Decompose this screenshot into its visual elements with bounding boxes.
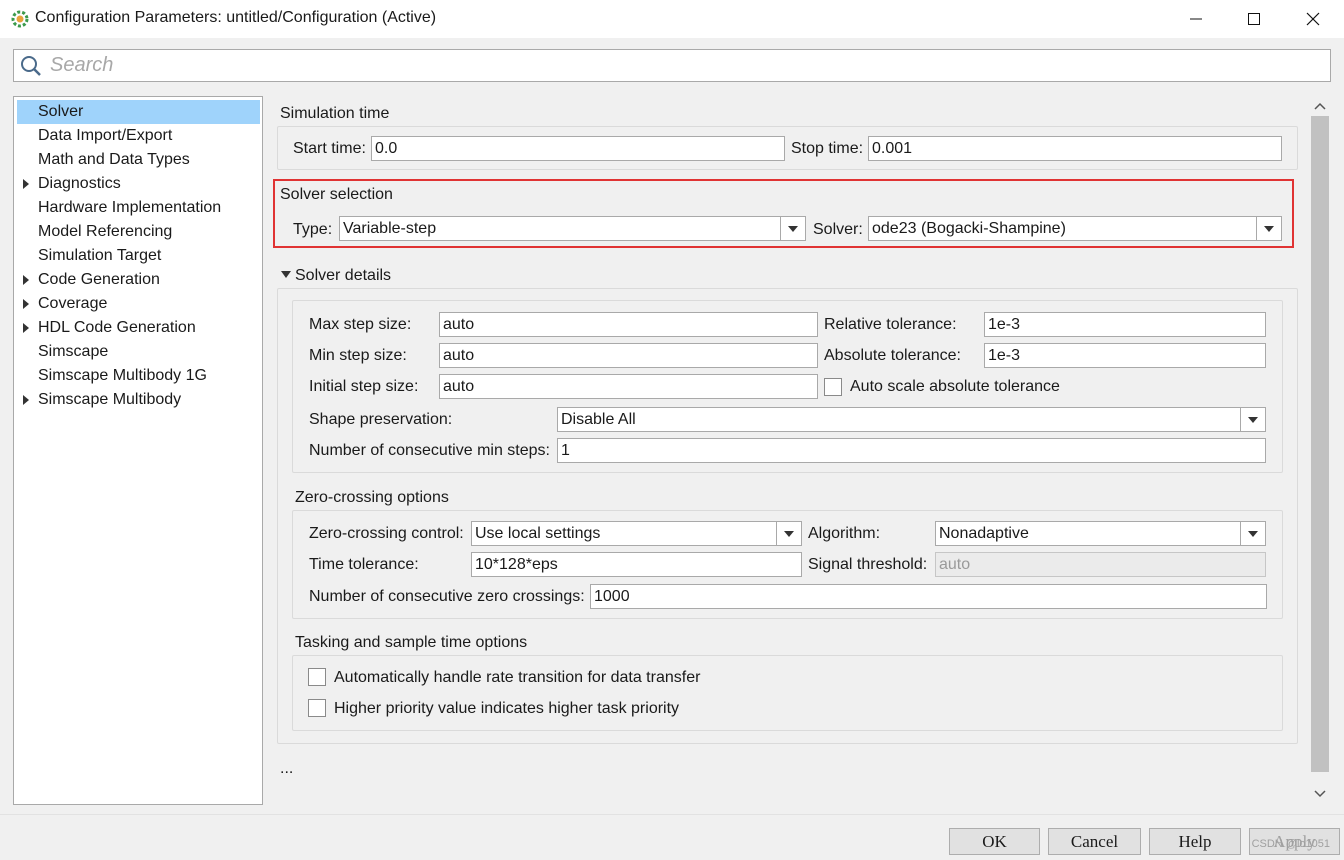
nav-item-diagnostics[interactable]: Diagnostics — [17, 172, 260, 196]
chevron-down-icon — [1314, 790, 1326, 798]
tasking-title: Tasking and sample time options — [295, 634, 528, 651]
simulink-gear-icon — [11, 10, 29, 28]
nav-item-coverage[interactable]: Coverage — [17, 292, 260, 316]
help-button[interactable]: Help — [1149, 828, 1241, 855]
algorithm-dropdown[interactable]: Nonadaptive — [935, 521, 1266, 546]
close-icon — [1306, 12, 1320, 26]
type-label: Type: — [293, 221, 333, 238]
consecutive-zero-crossings-label: Number of consecutive zero crossings: — [309, 588, 585, 605]
min-step-label: Min step size: — [309, 347, 407, 364]
nav-item-hdl-code-generation[interactable]: HDL Code Generation — [17, 316, 260, 340]
chevron-down-icon[interactable] — [776, 522, 801, 545]
absolute-tolerance-input[interactable] — [984, 343, 1266, 368]
window-title: Configuration Parameters: untitled/Confi… — [35, 9, 437, 26]
chevron-down-icon[interactable] — [1240, 408, 1265, 431]
relative-tolerance-input[interactable] — [984, 312, 1266, 337]
zero-crossing-control-label: Zero-crossing control: — [309, 525, 464, 542]
cancel-button[interactable]: Cancel — [1048, 828, 1141, 855]
chevron-down-icon[interactable] — [1256, 217, 1281, 240]
nav-item-solver[interactable]: Solver — [17, 100, 260, 124]
expand-arrow-icon[interactable] — [23, 323, 29, 333]
solver-dropdown[interactable]: ode23 (Bogacki-Shampine) — [868, 216, 1282, 241]
more-options-ellipsis[interactable]: ... — [280, 760, 293, 778]
rate-transition-checkbox[interactable] — [308, 668, 326, 686]
simulation-time-title: Simulation time — [280, 105, 390, 122]
signal-threshold-label: Signal threshold: — [808, 556, 928, 573]
auto-scale-tolerance-checkbox[interactable] — [824, 378, 842, 396]
expand-arrow-icon[interactable] — [23, 179, 29, 189]
scroll-down-button[interactable] — [1311, 785, 1329, 803]
algorithm-label: Algorithm: — [808, 525, 881, 542]
button-bar — [0, 814, 1344, 860]
min-step-input[interactable] — [439, 343, 818, 368]
nav-item-simscape-multibody[interactable]: Simscape Multibody — [17, 388, 260, 412]
category-tree: Solver Data Import/Export Math and Data … — [13, 96, 263, 805]
chevron-down-icon[interactable] — [1240, 522, 1265, 545]
consecutive-min-steps-label: Number of consecutive min steps: — [309, 442, 550, 459]
rate-transition-label: Automatically handle rate transition for… — [334, 669, 701, 686]
task-priority-checkbox[interactable] — [308, 699, 326, 717]
nav-item-simscape[interactable]: Simscape — [17, 340, 260, 364]
initial-step-input[interactable] — [439, 374, 818, 399]
relative-tolerance-label: Relative tolerance: — [824, 316, 957, 333]
solver-details-title[interactable]: Solver details — [295, 267, 391, 285]
nav-item-model-referencing[interactable]: Model Referencing — [17, 220, 260, 244]
stop-time-input[interactable] — [868, 136, 1282, 161]
signal-threshold-input — [935, 552, 1266, 577]
nav-item-simulation-target[interactable]: Simulation Target — [17, 244, 260, 268]
solver-label: Solver: — [813, 221, 863, 238]
initial-step-label: Initial step size: — [309, 378, 419, 395]
zero-crossing-control-dropdown[interactable]: Use local settings — [471, 521, 802, 546]
max-step-input[interactable] — [439, 312, 818, 337]
time-tolerance-label: Time tolerance: — [309, 556, 419, 573]
time-tolerance-input[interactable] — [471, 552, 802, 577]
max-step-label: Max step size: — [309, 316, 412, 333]
nav-item-hardware-implementation[interactable]: Hardware Implementation — [17, 196, 260, 220]
minimize-button[interactable] — [1167, 0, 1225, 38]
chevron-down-icon[interactable] — [780, 217, 805, 240]
ok-button[interactable]: OK — [949, 828, 1040, 855]
expand-arrow-icon[interactable] — [23, 275, 29, 285]
nav-item-math-data-types[interactable]: Math and Data Types — [17, 148, 260, 172]
nav-item-data-import-export[interactable]: Data Import/Export — [17, 124, 260, 148]
nav-item-simscape-multibody-1g[interactable]: Simscape Multibody 1G — [17, 364, 260, 388]
minimize-icon — [1190, 18, 1202, 20]
maximize-icon — [1248, 13, 1260, 25]
consecutive-min-steps-input[interactable] — [557, 438, 1266, 463]
expand-arrow-icon[interactable] — [23, 395, 29, 405]
consecutive-zero-crossings-input[interactable] — [590, 584, 1267, 609]
stop-time-label: Stop time: — [791, 140, 864, 157]
watermark-text: CSDN @lo1051 — [1251, 838, 1330, 850]
shape-preservation-dropdown[interactable]: Disable All — [557, 407, 1266, 432]
scrollbar-thumb[interactable] — [1311, 116, 1329, 772]
expand-arrow-icon[interactable] — [23, 299, 29, 309]
shape-preservation-label: Shape preservation: — [309, 411, 453, 428]
scroll-up-button[interactable] — [1311, 97, 1329, 115]
auto-scale-tolerance-label: Auto scale absolute tolerance — [850, 378, 1060, 395]
maximize-button[interactable] — [1225, 0, 1283, 38]
zero-crossing-title: Zero-crossing options — [295, 489, 449, 506]
start-time-label: Start time: — [293, 140, 366, 157]
search-box[interactable] — [13, 49, 1331, 82]
nav-item-code-generation[interactable]: Code Generation — [17, 268, 260, 292]
search-icon — [21, 56, 41, 76]
task-priority-label: Higher priority value indicates higher t… — [334, 700, 680, 717]
title-bar: Configuration Parameters: untitled/Confi… — [0, 0, 1344, 38]
type-dropdown[interactable]: Variable-step — [339, 216, 806, 241]
start-time-input[interactable] — [371, 136, 785, 161]
tasking-group — [292, 655, 1283, 731]
search-input[interactable] — [48, 52, 1318, 79]
absolute-tolerance-label: Absolute tolerance: — [824, 347, 961, 364]
solver-selection-title: Solver selection — [280, 186, 393, 203]
close-button[interactable] — [1284, 0, 1342, 38]
collapse-arrow-icon[interactable] — [281, 271, 291, 278]
chevron-up-icon — [1314, 102, 1326, 110]
